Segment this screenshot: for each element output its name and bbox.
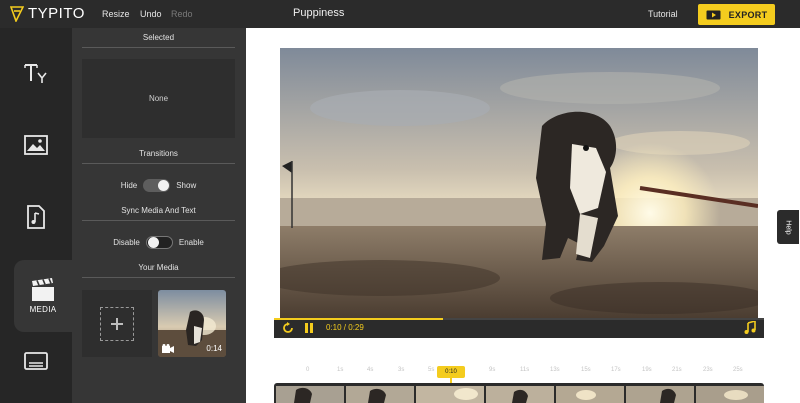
ruler-tick-label: 9s <box>489 367 496 373</box>
clapperboard-icon <box>32 278 54 301</box>
progress-track[interactable] <box>274 318 764 320</box>
pause-icon[interactable] <box>304 322 314 334</box>
ruler-tick-label: 3s <box>398 367 405 373</box>
resize-button[interactable]: Resize <box>102 9 130 19</box>
editor-canvas: 0:10 / 0:29 <box>246 28 800 403</box>
selected-preview: None <box>82 59 235 138</box>
typito-logo-icon <box>10 5 24 22</box>
divider <box>82 47 235 48</box>
add-media-dropzone <box>100 307 134 341</box>
video-camera-icon <box>162 344 174 353</box>
ruler-tick-label: 0 <box>306 367 310 373</box>
export-video-icon <box>706 10 721 19</box>
sync-toggle-row: Disable Enable <box>82 236 235 249</box>
project-title[interactable]: Puppiness <box>293 7 344 19</box>
export-label: EXPORT <box>728 9 768 20</box>
filmstrip-frame <box>276 386 344 403</box>
ruler-tick-label: 23s <box>703 367 713 373</box>
plus-icon <box>111 318 123 330</box>
tool-rail: MEDIA <box>0 28 72 403</box>
media-panel: Selected None Transitions Hide Show Sync… <box>72 28 246 403</box>
filmstrip-frame <box>416 386 484 403</box>
app-logo-text: TYPITO <box>28 5 85 22</box>
puppy-video-frame <box>280 48 758 318</box>
music-note-icon[interactable] <box>744 321 756 334</box>
replay-icon[interactable] <box>282 322 294 334</box>
transitions-heading: Transitions <box>139 149 178 158</box>
filmstrip-frame <box>556 386 624 403</box>
filmstrip-frame <box>486 386 554 403</box>
timeline-ruler[interactable]: 01s4s3s5s7s9s11s13s15s17s19s21s23s25s <box>276 366 764 378</box>
add-media-button[interactable] <box>82 290 152 357</box>
rail-item-media-label: MEDIA <box>29 305 57 314</box>
ruler-tick-label: 19s <box>642 367 652 373</box>
rail-item-subtitles[interactable] <box>0 346 72 376</box>
ruler-tick-label: 13s <box>550 367 560 373</box>
ruler-tick-label: 17s <box>611 367 621 373</box>
help-label: Help <box>784 219 792 235</box>
transitions-off-label: Hide <box>120 181 138 190</box>
divider <box>82 220 235 221</box>
image-icon <box>24 135 48 155</box>
rail-item-text[interactable] <box>0 58 72 88</box>
filmstrip-frame <box>346 386 414 403</box>
filmstrip-frame <box>626 386 694 403</box>
ruler-tick-label: 21s <box>672 367 682 373</box>
media-thumbnail[interactable]: 0:14 <box>158 290 226 357</box>
ruler-tick-label: 4s <box>367 367 374 373</box>
ruler-tick-label: 11s <box>520 367 530 373</box>
transitions-on-label: Show <box>176 181 197 190</box>
video-preview[interactable] <box>280 48 758 318</box>
rail-item-media[interactable]: MEDIA <box>14 260 72 332</box>
rail-item-audio[interactable] <box>0 200 72 234</box>
sync-heading: Sync Media And Text <box>121 206 196 215</box>
ruler-tick-label: 25s <box>733 367 743 373</box>
ruler-tick-label: 5s <box>428 367 435 373</box>
export-button[interactable]: EXPORT <box>698 4 775 25</box>
tutorial-link[interactable]: Tutorial <box>648 9 678 19</box>
rail-item-image[interactable] <box>0 128 72 162</box>
timeline-filmstrip[interactable] <box>274 383 764 403</box>
divider <box>82 277 235 278</box>
playhead-time[interactable]: 0:10 <box>437 366 465 378</box>
filmstrip-frame <box>696 386 764 403</box>
sync-toggle[interactable] <box>145 236 173 249</box>
music-file-icon <box>27 205 45 229</box>
media-duration: 0:14 <box>206 344 222 353</box>
selected-value: None <box>148 94 169 103</box>
sync-off-label: Disable <box>113 238 140 247</box>
redo-button[interactable]: Redo <box>171 9 193 19</box>
top-bar: TYPITO Resize Undo Redo Puppiness Tutori… <box>0 0 800 28</box>
divider <box>82 163 235 164</box>
sync-on-label: Enable <box>178 238 204 247</box>
player-controls: 0:10 / 0:29 <box>274 318 764 338</box>
selected-heading: Selected <box>142 33 175 42</box>
subtitles-icon <box>24 352 48 370</box>
undo-button[interactable]: Undo <box>140 9 162 19</box>
ruler-tick-label: 1s <box>337 367 344 373</box>
help-tab[interactable]: Help <box>777 210 799 244</box>
ruler-tick-label: 15s <box>581 367 591 373</box>
your-media-heading: Your Media <box>138 263 179 272</box>
text-icon <box>24 64 47 83</box>
app-logo[interactable]: TYPITO <box>10 5 85 22</box>
progress-fill <box>274 318 444 320</box>
transitions-toggle[interactable] <box>143 179 171 192</box>
time-display: 0:10 / 0:29 <box>326 323 364 332</box>
transitions-toggle-row: Hide Show <box>82 179 235 192</box>
